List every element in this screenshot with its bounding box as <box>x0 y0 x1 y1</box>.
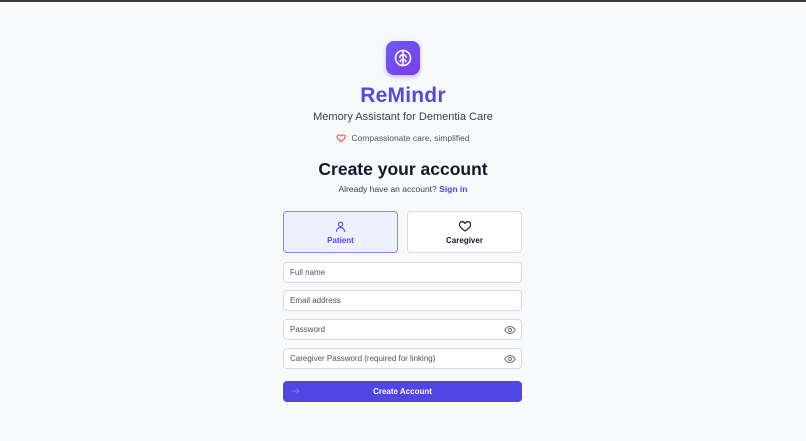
eye-icon[interactable] <box>504 324 516 336</box>
arrow-right-icon <box>291 386 301 396</box>
email-input[interactable] <box>283 290 522 311</box>
signin-prompt: Already have an account? <box>338 184 437 194</box>
signin-link[interactable]: Sign in <box>439 184 467 194</box>
create-account-label: Create Account <box>373 387 432 396</box>
tagline: Compassionate care, simplified <box>0 133 806 143</box>
signin-prompt-row: Already have an account? Sign in <box>0 184 806 194</box>
role-option-patient[interactable]: Patient <box>283 211 398 253</box>
heart-icon <box>336 133 346 143</box>
brain-icon <box>392 47 414 69</box>
eye-icon[interactable] <box>504 353 516 365</box>
page-title: Create your account <box>318 159 488 179</box>
create-account-button[interactable]: Create Account <box>283 381 522 402</box>
user-icon <box>334 220 347 233</box>
role-label-caregiver: Caregiver <box>446 236 483 245</box>
full-name-input[interactable] <box>283 262 522 283</box>
tagline-text: Compassionate care, simplified <box>351 133 470 143</box>
role-option-caregiver[interactable]: Caregiver <box>407 211 522 253</box>
role-label-patient: Patient <box>327 235 354 245</box>
caregiver-password-input[interactable] <box>283 348 522 369</box>
app-name: ReMindr <box>360 84 446 107</box>
window-top-edge <box>0 0 806 2</box>
app-subtitle: Memory Assistant for Dementia Care <box>313 111 493 123</box>
app-logo <box>386 41 420 75</box>
password-input[interactable] <box>283 319 522 340</box>
heart-icon <box>458 219 472 233</box>
